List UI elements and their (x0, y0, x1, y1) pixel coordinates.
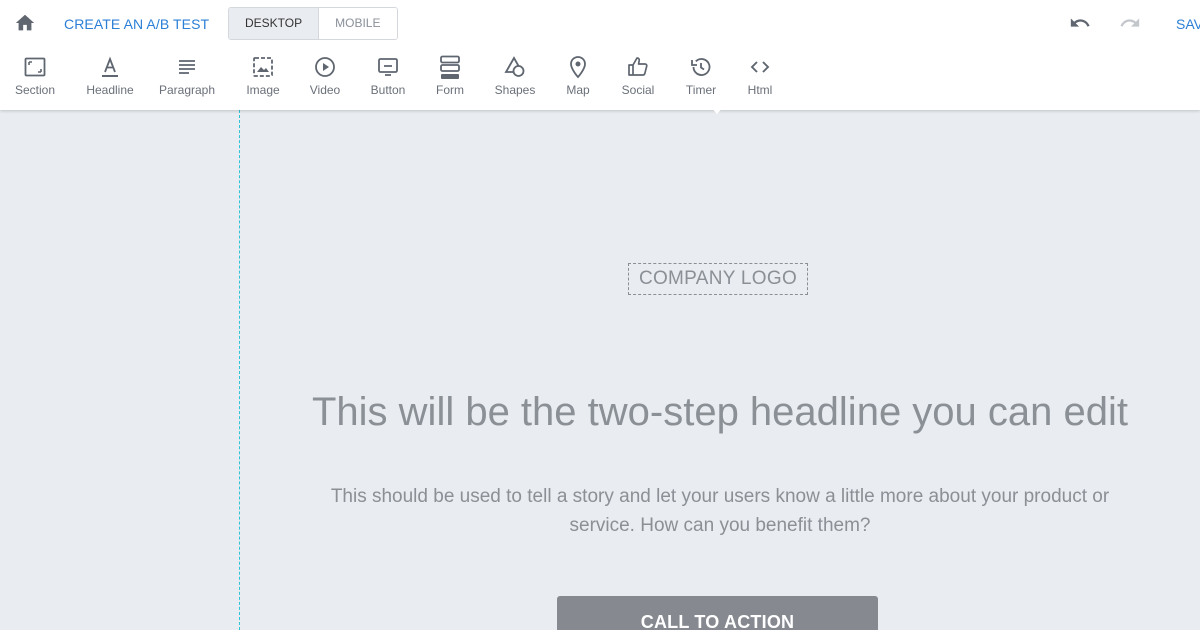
tool-shapes[interactable]: Shapes (480, 52, 550, 102)
dropdown-caret-icon (710, 106, 724, 114)
company-logo-placeholder[interactable]: COMPANY LOGO (628, 263, 808, 295)
undo-icon[interactable] (1068, 12, 1092, 34)
section-icon (24, 57, 46, 77)
section-guide-line (239, 110, 240, 630)
editor-toolbar: CREATE AN A/B TEST DESKTOP MOBILE SAVE S… (0, 0, 1200, 110)
html-icon (750, 61, 770, 73)
page-headline[interactable]: This will be the two-step headline you c… (240, 390, 1200, 435)
form-icon (440, 55, 460, 79)
tool-label: Video (309, 83, 341, 97)
device-toggle: DESKTOP MOBILE (228, 7, 398, 40)
tool-label: Image (246, 83, 280, 97)
save-button[interactable]: SAVE (1176, 16, 1200, 32)
timer-icon (691, 58, 711, 76)
tool-label: Html (747, 83, 773, 97)
tool-label: Headline (86, 83, 134, 97)
tool-label: Section (14, 83, 56, 97)
page-subtext[interactable]: This should be used to tell a story and … (330, 482, 1110, 540)
tool-headline[interactable]: Headline (75, 52, 145, 102)
image-icon (253, 57, 273, 77)
tool-html[interactable]: Html (725, 52, 795, 102)
tool-button[interactable]: Button (353, 52, 423, 102)
home-icon[interactable] (14, 12, 36, 34)
tab-mobile[interactable]: MOBILE (319, 8, 397, 39)
headline-icon (102, 56, 118, 77)
tool-social[interactable]: Social (603, 52, 673, 102)
redo-icon[interactable] (1118, 12, 1142, 34)
create-ab-test-link[interactable]: CREATE AN A/B TEST (64, 16, 209, 32)
tool-label: Paragraph (158, 83, 216, 97)
tab-desktop[interactable]: DESKTOP (229, 8, 320, 39)
tool-section[interactable]: Section (0, 52, 70, 102)
tool-label: Social (621, 83, 655, 97)
shapes-icon (504, 56, 525, 77)
tool-label: Form (436, 83, 464, 97)
call-to-action-button[interactable]: CALL TO ACTION (557, 596, 878, 630)
map-icon (570, 56, 586, 79)
paragraph-icon (179, 60, 195, 74)
button-icon (378, 58, 398, 76)
video-icon (315, 57, 335, 77)
tool-video[interactable]: Video (290, 52, 360, 102)
social-icon (628, 57, 648, 76)
tool-form[interactable]: Form (415, 52, 485, 102)
tool-label: Button (370, 83, 406, 97)
tool-paragraph[interactable]: Paragraph (152, 52, 222, 102)
tool-image[interactable]: Image (228, 52, 298, 102)
tool-label: Shapes (494, 83, 536, 97)
